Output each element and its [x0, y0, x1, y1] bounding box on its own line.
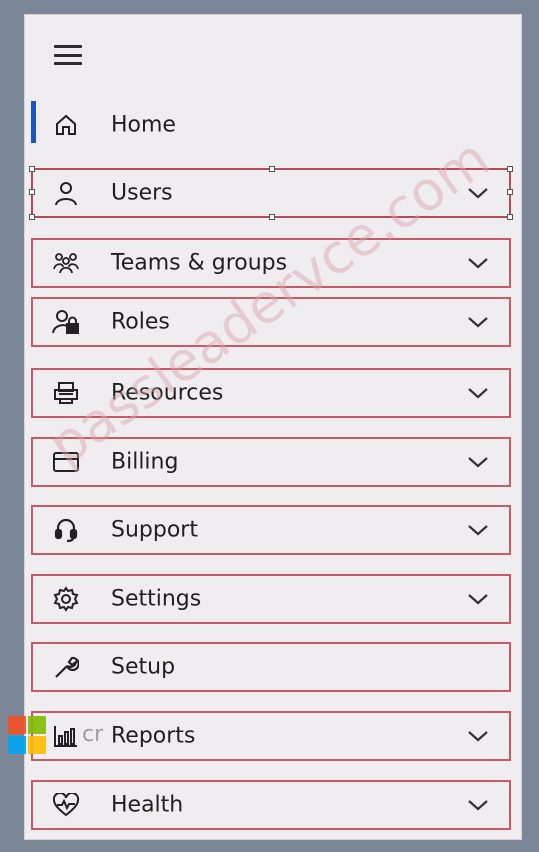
home-icon: [51, 110, 81, 140]
chevron-down-icon[interactable]: [467, 186, 489, 200]
gear-icon: [51, 584, 81, 614]
nav-label-setup: Setup: [111, 654, 176, 680]
heart-icon: [51, 790, 81, 820]
nav-label-home: Home: [111, 112, 176, 138]
chevron-down-icon[interactable]: [467, 455, 489, 469]
nav-label-support: Support: [111, 517, 198, 543]
headset-icon: [51, 515, 81, 545]
resize-handle[interactable]: [507, 189, 513, 195]
chevron-down-icon[interactable]: [467, 256, 489, 270]
resize-handle[interactable]: [269, 166, 275, 172]
chevron-down-icon[interactable]: [467, 592, 489, 606]
chart-icon: [51, 721, 81, 751]
nav-label-resources: Resources: [111, 380, 224, 406]
nav-label-teams-groups: Teams & groups: [111, 250, 288, 276]
nav-item-resources[interactable]: Resources: [31, 368, 511, 418]
nav-item-setup[interactable]: Setup: [31, 642, 511, 692]
chevron-down-icon[interactable]: [467, 729, 489, 743]
nav-item-roles[interactable]: Roles: [31, 297, 511, 347]
nav-item-users[interactable]: Users: [29, 166, 513, 220]
resources-icon: [51, 378, 81, 408]
hamburger-menu-icon[interactable]: [54, 45, 82, 65]
microsoft-logo-icon: [8, 716, 46, 754]
billing-icon: [51, 447, 81, 477]
nav-item-support[interactable]: Support: [31, 505, 511, 555]
nav-label-billing: Billing: [111, 449, 179, 475]
nav-item-settings[interactable]: Settings: [31, 574, 511, 624]
chevron-down-icon[interactable]: [467, 386, 489, 400]
chevron-down-icon[interactable]: [467, 798, 489, 812]
teams-icon: [51, 248, 81, 278]
resize-handle[interactable]: [29, 166, 35, 172]
nav-item-health[interactable]: Health: [31, 780, 511, 830]
nav-label-settings: Settings: [111, 586, 202, 612]
chevron-down-icon[interactable]: [467, 523, 489, 537]
user-icon: [51, 178, 81, 208]
nav-item-reports[interactable]: Reports: [31, 711, 511, 761]
nav-item-teams-groups[interactable]: Teams & groups: [31, 238, 511, 288]
nav-item-home[interactable]: Home: [31, 100, 511, 150]
nav-item-billing[interactable]: Billing: [31, 437, 511, 487]
nav-label-health: Health: [111, 792, 184, 818]
nav-label-users: Users: [111, 180, 173, 206]
wrench-icon: [51, 652, 81, 682]
resize-handle[interactable]: [507, 214, 513, 220]
nav-label-roles: Roles: [111, 309, 170, 335]
roles-icon: [51, 307, 81, 337]
resize-handle[interactable]: [29, 214, 35, 220]
nav-label-reports: Reports: [111, 723, 196, 749]
resize-handle[interactable]: [269, 214, 275, 220]
chevron-down-icon[interactable]: [467, 315, 489, 329]
resize-handle[interactable]: [507, 166, 513, 172]
resize-handle[interactable]: [29, 189, 35, 195]
